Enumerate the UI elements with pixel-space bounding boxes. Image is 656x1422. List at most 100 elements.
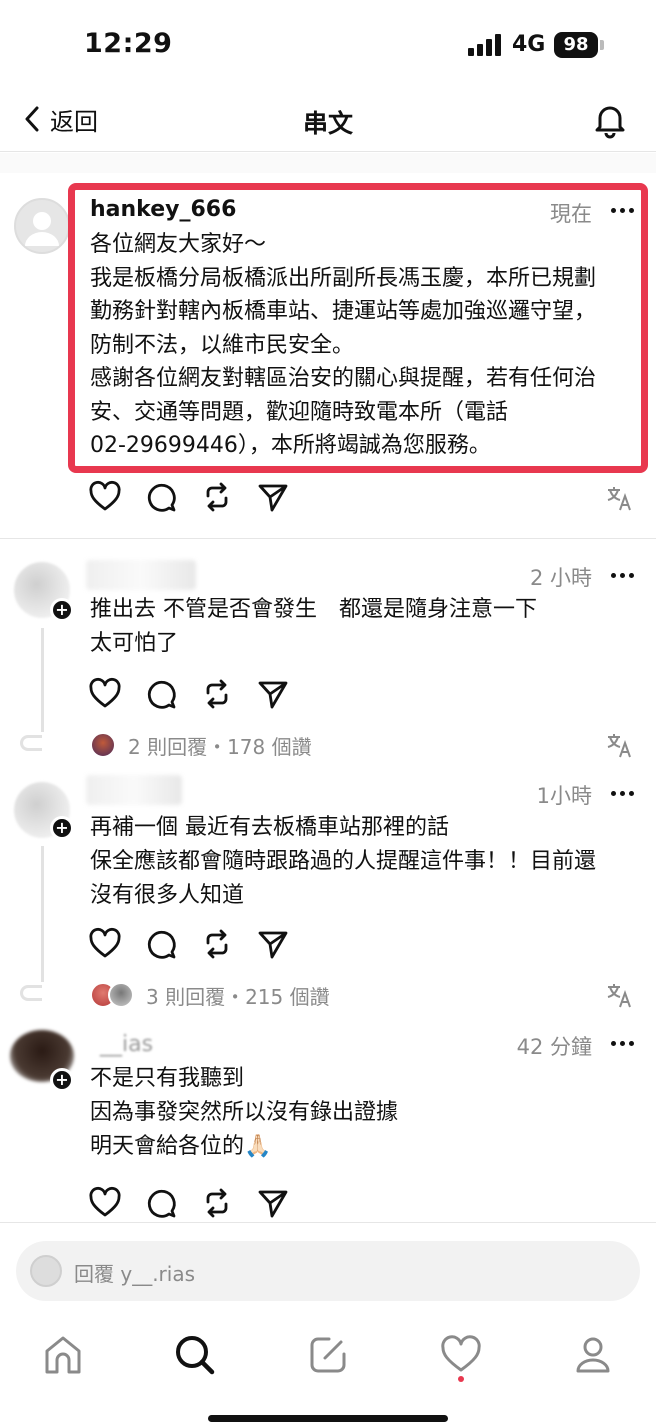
share-icon: [258, 484, 288, 512]
network-type: 4G: [512, 32, 546, 57]
username-redacted: [86, 775, 182, 805]
search-icon: [176, 1336, 215, 1375]
avatar[interactable]: [14, 198, 70, 254]
tab-activity[interactable]: [436, 1330, 486, 1380]
heart-icon: [89, 1186, 121, 1217]
share-button[interactable]: [256, 480, 290, 514]
tab-home[interactable]: [38, 1330, 88, 1380]
tab-search[interactable]: [170, 1330, 220, 1380]
comment-line: 因為事發突然所以沒有錄出證據: [90, 1100, 399, 1125]
post-line: 各位網友大家好～: [90, 232, 267, 257]
comment-button[interactable]: [144, 677, 178, 711]
repost-icon: [206, 679, 228, 709]
share-button[interactable]: [256, 677, 290, 711]
activity-icon: [441, 1335, 481, 1372]
default-avatar-icon: [25, 212, 59, 246]
share-icon: [258, 931, 288, 959]
comment-icon: [147, 930, 176, 959]
reply-summary: 2 則回覆・178 個讚: [128, 734, 312, 759]
translate-icon: [607, 487, 631, 511]
thread-connector: [20, 735, 42, 751]
comment-body: 推出去 不管是否會發生 都還是隨身注意一下 太可怕了: [90, 593, 638, 661]
username-redacted: [86, 560, 196, 590]
comment-line: 推出去 不管是否會發生 都還是隨身注意一下: [90, 597, 537, 622]
comment-line: 不是只有我聽到: [90, 1066, 245, 1091]
page-title: 串文: [302, 109, 353, 138]
translate-icon: [607, 984, 631, 1008]
comment-actions: [88, 677, 298, 713]
home-icon: [45, 1336, 81, 1374]
repost-button[interactable]: [200, 1186, 234, 1220]
like-button[interactable]: [88, 927, 122, 961]
status-time: 12:29: [84, 28, 173, 59]
thread-gap: [0, 153, 656, 173]
comment-button[interactable]: [144, 1186, 178, 1220]
status-bar: 12:29 4G 98: [0, 0, 656, 90]
share-icon: [258, 1190, 288, 1218]
comment-line: 再補一個 最近有去板橋車站那裡的話: [90, 815, 449, 840]
bell-icon: [595, 106, 625, 139]
comment-body: 不是只有我聽到 因為事發突然所以沒有錄出證據 明天會給各位的🙏🏻: [90, 1062, 638, 1164]
post-body: 各位網友大家好～ 我是板橋分局板橋派出所副所長馮玉慶，本所已規劃 勤務針對轄內板…: [90, 228, 638, 463]
heart-icon: [89, 480, 121, 511]
comment-actions: [88, 1186, 298, 1222]
translate-button[interactable]: [606, 731, 634, 759]
repost-icon: [206, 1188, 228, 1218]
translate-button[interactable]: [606, 484, 634, 512]
reply-input[interactable]: 回覆 y__.rias: [16, 1241, 640, 1301]
like-button[interactable]: [88, 480, 122, 514]
comment-button[interactable]: [144, 927, 178, 961]
like-button[interactable]: [88, 1186, 122, 1220]
repost-icon: [206, 929, 228, 959]
comment-line: 明天會給各位的🙏🏻: [90, 1134, 272, 1159]
nav-bar: 返回 串文: [0, 90, 656, 152]
comment-username-partial[interactable]: __ias: [100, 1032, 153, 1057]
translate-button[interactable]: [606, 981, 634, 1009]
comment-actions: [88, 927, 298, 963]
compose-icon: [310, 1337, 346, 1373]
translate-icon: [607, 734, 631, 758]
comment-timestamp: 2 小時: [529, 566, 592, 590]
my-avatar: [30, 1255, 62, 1287]
replier-avatar: [108, 982, 134, 1008]
tab-profile[interactable]: [568, 1330, 618, 1380]
comment-icon: [147, 483, 176, 512]
profile-icon: [576, 1337, 610, 1373]
repost-button[interactable]: [200, 927, 234, 961]
replier-avatar: [90, 732, 116, 758]
repost-button[interactable]: [200, 480, 234, 514]
view-replies-link[interactable]: 3 則回覆・215 個讚: [90, 980, 330, 1010]
thread-connector: [20, 985, 42, 1001]
more-options-button[interactable]: [610, 1033, 638, 1053]
repost-icon: [206, 482, 228, 512]
repost-button[interactable]: [200, 677, 234, 711]
comment-icon: [147, 1189, 176, 1218]
more-options-button[interactable]: [610, 783, 638, 803]
separator: [0, 1222, 656, 1223]
comment-timestamp: 42 分鐘: [516, 1035, 592, 1059]
post-line: 02-29699446），本所將竭誠為您服務。: [90, 433, 491, 458]
comment-icon: [147, 680, 176, 709]
cellular-signal-icon: [468, 34, 504, 56]
tab-compose[interactable]: [303, 1330, 353, 1380]
like-button[interactable]: [88, 677, 122, 711]
comment-line: 保全應該都會隨時跟路過的人提醒這件事！！目前還: [90, 849, 597, 874]
more-options-button[interactable]: [610, 565, 638, 585]
post-line: 安、交通等問題，歡迎隨時致電本所（電話: [90, 399, 509, 425]
share-button[interactable]: [256, 927, 290, 961]
reply-placeholder: 回覆 y__.rias: [74, 1262, 196, 1286]
notification-dot: [458, 1376, 464, 1382]
post-line: 勤務針對轄內板橋車站、捷運站等處加強巡邏守望，: [90, 299, 597, 324]
comment-line: 太可怕了: [90, 631, 179, 656]
heart-icon: [89, 927, 121, 958]
notifications-button[interactable]: [590, 100, 630, 140]
follow-plus-icon[interactable]: +: [50, 816, 74, 840]
share-button[interactable]: [256, 1186, 290, 1220]
separator: [0, 538, 656, 539]
view-replies-link[interactable]: 2 則回覆・178 個讚: [90, 730, 312, 760]
comment-timestamp: 1小時: [536, 784, 592, 808]
follow-plus-icon[interactable]: +: [50, 598, 74, 622]
thread-line: [41, 846, 44, 982]
comment-button[interactable]: [144, 480, 178, 514]
follow-plus-icon[interactable]: +: [50, 1068, 74, 1092]
